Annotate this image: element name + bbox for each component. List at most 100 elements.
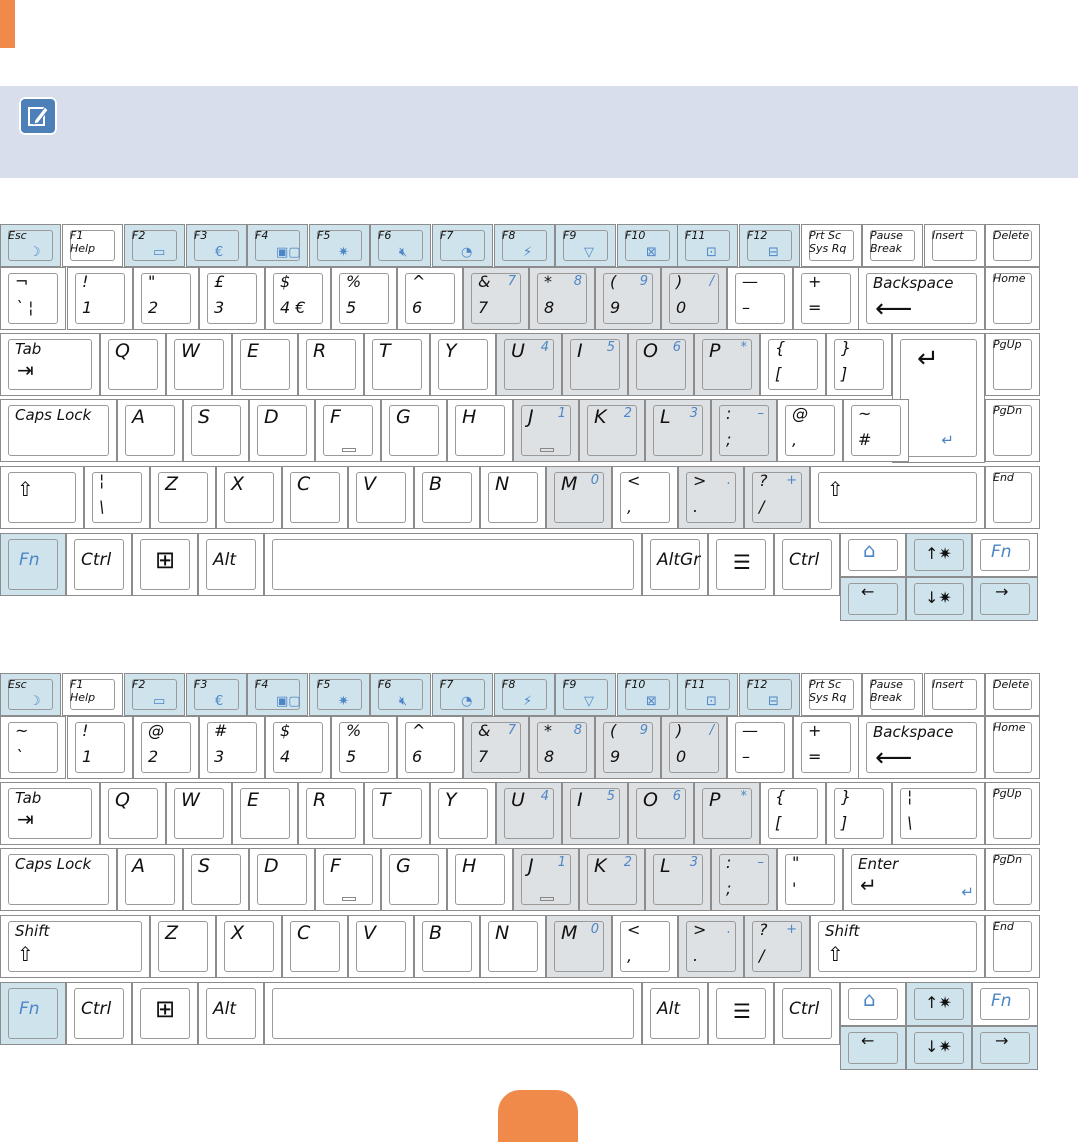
fn-key-esc[interactable]: Esc ☽ bbox=[0, 673, 61, 716]
fn-key-f4[interactable]: F4 ▣▢ bbox=[247, 224, 308, 267]
fn-key-f6[interactable]: F6 🔇︎ bbox=[370, 673, 431, 716]
key-y[interactable]: Y bbox=[430, 333, 496, 396]
key-shift[interactable]: ⇧ bbox=[0, 466, 84, 529]
key-u[interactable]: U4 bbox=[496, 782, 562, 845]
key-4[interactable]: $4 bbox=[265, 716, 331, 779]
fn-key-f8[interactable]: F8 ⚡ bbox=[494, 224, 555, 267]
key-key[interactable]: {[ bbox=[760, 782, 826, 845]
key-fn-right[interactable]: Fn bbox=[972, 533, 1038, 577]
key-0[interactable]: ) 0 / bbox=[661, 267, 727, 330]
fn-key-f5[interactable]: F5 ✷ bbox=[309, 224, 370, 267]
fn-key-f11[interactable]: F11 ⊡ bbox=[677, 673, 738, 716]
key-7[interactable]: & 7 7 bbox=[463, 716, 529, 779]
key-home[interactable]: Home bbox=[985, 716, 1040, 779]
key-key[interactable]: — – bbox=[727, 267, 793, 330]
key-end[interactable]: End bbox=[985, 466, 1040, 529]
key-enter[interactable]: Enter ↵ ↵ bbox=[843, 848, 985, 911]
key-u[interactable]: U4 bbox=[496, 333, 562, 396]
key-t[interactable]: T bbox=[364, 782, 430, 845]
key-key[interactable]: }] bbox=[826, 782, 892, 845]
key-h[interactable]: H bbox=[447, 848, 513, 911]
key-l[interactable]: L3 bbox=[645, 848, 711, 911]
fn-key-f10[interactable]: F10 ⊠ bbox=[617, 673, 678, 716]
key-key[interactable]: >.. bbox=[678, 466, 744, 529]
key-key[interactable]: }] bbox=[826, 333, 892, 396]
key-r[interactable]: R bbox=[298, 333, 364, 396]
key-ctrl-right[interactable]: Ctrl bbox=[774, 533, 840, 596]
key-key[interactable]: ¬ ` ¦ bbox=[0, 267, 66, 330]
key-key[interactable]: ~ ` bbox=[0, 716, 66, 779]
key-alt[interactable]: Alt bbox=[642, 982, 708, 1045]
key-tab[interactable]: Tab ⇥ bbox=[0, 333, 100, 396]
key-caps-lock[interactable]: Caps Lock bbox=[0, 399, 117, 462]
key-z[interactable]: Z bbox=[150, 915, 216, 978]
key-alt[interactable]: Alt bbox=[198, 533, 264, 596]
key-tab[interactable]: Tab ⇥ bbox=[0, 782, 100, 845]
key-shift[interactable]: ⇧ bbox=[810, 466, 985, 529]
key-ctrl-right[interactable]: Ctrl bbox=[774, 982, 840, 1045]
key-b[interactable]: B bbox=[414, 466, 480, 529]
key-p[interactable]: P * bbox=[694, 782, 760, 845]
key-e[interactable]: E bbox=[232, 333, 298, 396]
key-g[interactable]: G bbox=[381, 399, 447, 462]
key-q[interactable]: Q bbox=[100, 782, 166, 845]
key-b[interactable]: B bbox=[414, 915, 480, 978]
key-windows[interactable]: ⊞ bbox=[132, 982, 198, 1045]
key-5[interactable]: % 5 bbox=[331, 267, 397, 330]
fn-key-f11[interactable]: F11 ⊡ bbox=[677, 224, 738, 267]
key-pgdn[interactable]: PgDn bbox=[985, 848, 1040, 911]
key-k[interactable]: K2 bbox=[579, 399, 645, 462]
key-2[interactable]: " 2 bbox=[133, 267, 199, 330]
key-c[interactable]: C bbox=[282, 466, 348, 529]
key-down-arrow[interactable]: ↓✷ bbox=[906, 577, 972, 621]
fn-key-pause[interactable]: Pause Break bbox=[862, 224, 923, 267]
fn-key-f1[interactable]: F1 Help bbox=[62, 224, 123, 267]
key-up-arrow[interactable]: ↑✷ bbox=[906, 982, 972, 1026]
key-home-up[interactable]: ⌂ bbox=[840, 982, 906, 1026]
key-down-arrow[interactable]: ↓✷ bbox=[906, 1026, 972, 1070]
fn-key-prt-sc[interactable]: Prt Sc Sys Rq bbox=[801, 224, 862, 267]
key-right-arrow[interactable]: → bbox=[972, 1026, 1038, 1070]
key-menu[interactable]: ☰ bbox=[708, 982, 774, 1045]
fn-key-f2[interactable]: F2 ▭ bbox=[124, 224, 185, 267]
key-l[interactable]: L3 bbox=[645, 399, 711, 462]
key-key[interactable]: — – bbox=[727, 716, 793, 779]
key-home-up[interactable]: ⌂ bbox=[840, 533, 906, 577]
key-c[interactable]: C bbox=[282, 915, 348, 978]
key-key[interactable]: >.. bbox=[678, 915, 744, 978]
key-backspace[interactable]: Backspace ⟵ bbox=[858, 267, 985, 330]
key-caps-lock[interactable]: Caps Lock bbox=[0, 848, 117, 911]
key-ctrl[interactable]: Ctrl bbox=[66, 533, 132, 596]
key-d[interactable]: D bbox=[249, 848, 315, 911]
fn-key-prt-sc[interactable]: Prt Sc Sys Rq bbox=[801, 673, 862, 716]
key-8[interactable]: * 8 8 bbox=[529, 267, 595, 330]
key-i[interactable]: I5 bbox=[562, 782, 628, 845]
key-6[interactable]: ^ 6 bbox=[397, 716, 463, 779]
key-a[interactable]: A bbox=[117, 848, 183, 911]
fn-key-f6[interactable]: F6 🔇︎ bbox=[370, 224, 431, 267]
fn-key-f7[interactable]: F7 ◔ bbox=[432, 673, 493, 716]
key-alt[interactable]: Alt bbox=[198, 982, 264, 1045]
key-0[interactable]: ) 0 / bbox=[661, 716, 727, 779]
key-left-arrow[interactable]: ← bbox=[840, 1026, 906, 1070]
key-fn[interactable]: Fn bbox=[0, 533, 66, 596]
key-fn-right[interactable]: Fn bbox=[972, 982, 1038, 1026]
fn-key-insert[interactable]: Insert bbox=[924, 673, 985, 716]
key-6[interactable]: ^ 6 bbox=[397, 267, 463, 330]
key-key[interactable]: :; – bbox=[711, 848, 777, 911]
key-backspace[interactable]: Backspace ⟵ bbox=[858, 716, 985, 779]
fn-key-f12[interactable]: F12 ⊟ bbox=[739, 224, 800, 267]
fn-key-f8[interactable]: F8 ⚡ bbox=[494, 673, 555, 716]
key-q[interactable]: Q bbox=[100, 333, 166, 396]
key-4[interactable]: $4 € bbox=[265, 267, 331, 330]
key-n[interactable]: N bbox=[480, 466, 546, 529]
key-m[interactable]: M0 bbox=[546, 915, 612, 978]
key-pgup[interactable]: PgUp bbox=[985, 782, 1040, 845]
key-i[interactable]: I5 bbox=[562, 333, 628, 396]
key-t[interactable]: T bbox=[364, 333, 430, 396]
key-9[interactable]: (9 9 bbox=[595, 267, 661, 330]
key-n[interactable]: N bbox=[480, 915, 546, 978]
key-w[interactable]: W bbox=[166, 782, 232, 845]
key-home[interactable]: Home bbox=[985, 267, 1040, 330]
key-f[interactable]: F bbox=[315, 399, 381, 462]
